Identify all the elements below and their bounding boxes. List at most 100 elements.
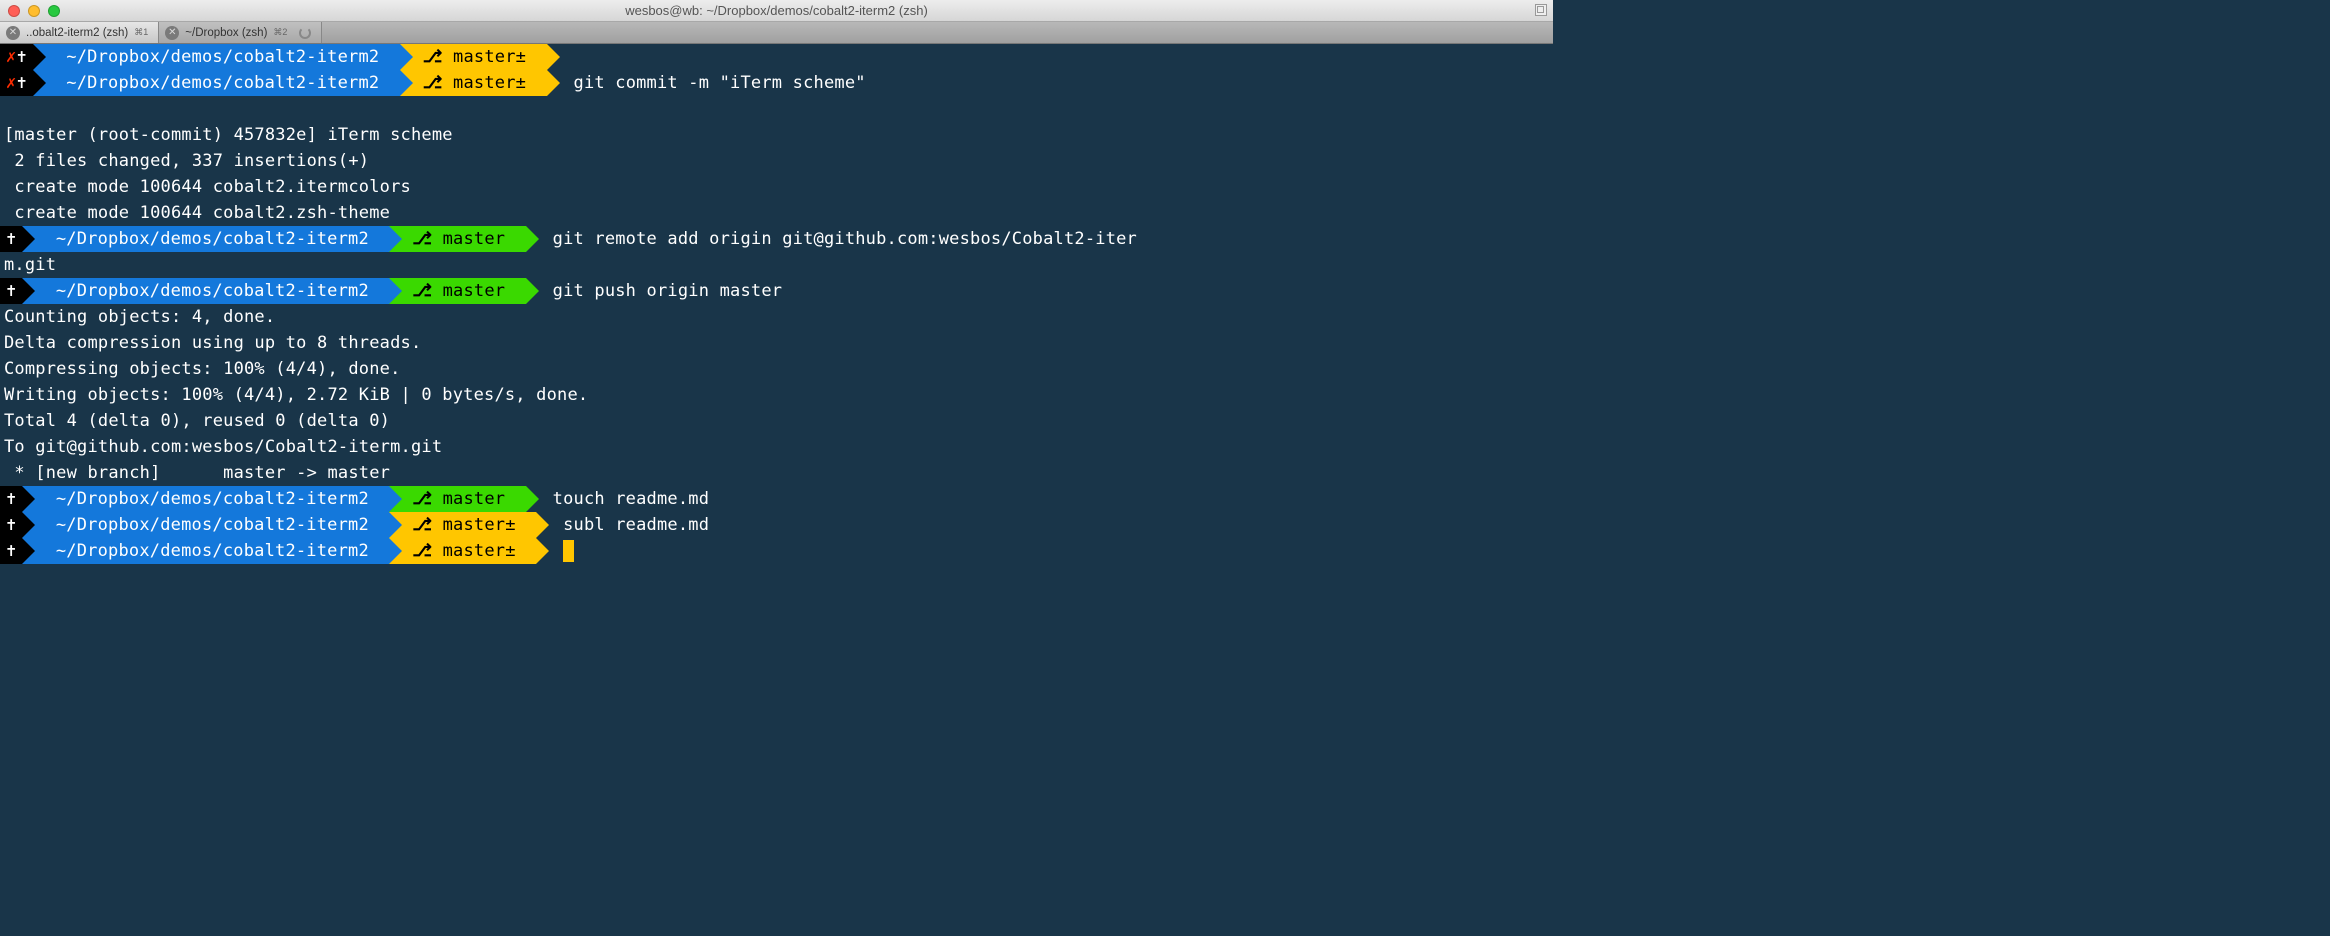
command-text xyxy=(560,44,574,70)
prompt-row: ✝ ~/Dropbox/demos/cobalt2-iterm2 ⎇ maste… xyxy=(0,512,1553,538)
separator-icon xyxy=(33,70,46,96)
status-segment: ✝ xyxy=(0,226,22,252)
tab-close-icon[interactable]: ✕ xyxy=(165,26,179,40)
maximize-icon[interactable] xyxy=(1535,4,1547,16)
window-title: wesbos@wb: ~/Dropbox/demos/cobalt2-iterm… xyxy=(0,3,1553,18)
branch-segment: ⎇ master± xyxy=(413,44,547,70)
branch-segment: ⎇ master± xyxy=(402,538,536,564)
output-line: Writing objects: 100% (4/4), 2.72 KiB | … xyxy=(0,382,1553,408)
path-segment: ~/Dropbox/demos/cobalt2-iterm2 xyxy=(35,486,389,512)
tab-2[interactable]: ✕ ~/Dropbox (zsh) ⌘2 xyxy=(159,22,322,43)
command-text: subl readme.md xyxy=(549,512,709,538)
status-segment: ✝ xyxy=(0,512,22,538)
command-text: git remote add origin git@github.com:wes… xyxy=(539,226,1137,252)
output-line: create mode 100644 cobalt2.zsh-theme xyxy=(0,200,1553,226)
output-text: To git@github.com:wesbos/Cobalt2-iterm.g… xyxy=(0,434,442,460)
terminal-output[interactable]: ✗ ✝ ~/Dropbox/demos/cobalt2-iterm2 ⎇ mas… xyxy=(0,44,1553,564)
output-line: 2 files changed, 337 insertions(+) xyxy=(0,148,1553,174)
output-text: Writing objects: 100% (4/4), 2.72 KiB | … xyxy=(0,382,588,408)
prompt-row: ✝ ~/Dropbox/demos/cobalt2-iterm2 ⎇ maste… xyxy=(0,486,1553,512)
branch-segment: ⎇ master± xyxy=(413,70,547,96)
output-text xyxy=(0,96,4,122)
command-text: git push origin master xyxy=(539,278,783,304)
separator-icon xyxy=(22,486,35,512)
branch-icon: ⎇ xyxy=(412,226,432,252)
path-segment: ~/Dropbox/demos/cobalt2-iterm2 xyxy=(46,70,400,96)
cross-icon: ✝ xyxy=(6,538,16,564)
status-segment: ✗ ✝ xyxy=(0,70,33,96)
separator-icon xyxy=(400,44,413,70)
output-line: Delta compression using up to 8 threads. xyxy=(0,330,1553,356)
separator-icon xyxy=(22,226,35,252)
separator-icon xyxy=(547,44,560,70)
prompt-row: ✝ ~/Dropbox/demos/cobalt2-iterm2 ⎇ maste… xyxy=(0,278,1553,304)
output-line: Total 4 (delta 0), reused 0 (delta 0) xyxy=(0,408,1553,434)
prompt-row: ✝ ~/Dropbox/demos/cobalt2-iterm2 ⎇ maste… xyxy=(0,538,1553,564)
output-line: * [new branch] master -> master xyxy=(0,460,1553,486)
separator-icon xyxy=(389,538,402,564)
output-text: * [new branch] master -> master xyxy=(0,460,390,486)
tab-label: ..obalt2-iterm2 (zsh) xyxy=(26,27,128,39)
prompt-row: ✗ ✝ ~/Dropbox/demos/cobalt2-iterm2 ⎇ mas… xyxy=(0,70,1553,96)
titlebar: wesbos@wb: ~/Dropbox/demos/cobalt2-iterm… xyxy=(0,0,1553,22)
output-line xyxy=(0,96,1553,122)
path-segment: ~/Dropbox/demos/cobalt2-iterm2 xyxy=(35,538,389,564)
separator-icon xyxy=(526,226,539,252)
output-text: Total 4 (delta 0), reused 0 (delta 0) xyxy=(0,408,390,434)
separator-icon xyxy=(22,538,35,564)
cross-icon: ✝ xyxy=(6,226,16,252)
command-text: git commit -m "iTerm scheme" xyxy=(560,70,866,96)
output-line: create mode 100644 cobalt2.itermcolors xyxy=(0,174,1553,200)
path-segment: ~/Dropbox/demos/cobalt2-iterm2 xyxy=(35,512,389,538)
tab-1[interactable]: ✕ ..obalt2-iterm2 (zsh) ⌘1 xyxy=(0,22,159,43)
spinner-icon xyxy=(299,27,311,39)
output-line: [master (root-commit) 457832e] iTerm sch… xyxy=(0,122,1553,148)
prompt-row: ✝ ~/Dropbox/demos/cobalt2-iterm2 ⎇ maste… xyxy=(0,226,1553,252)
cross-icon: ✝ xyxy=(6,278,16,304)
output-text: Delta compression using up to 8 threads. xyxy=(0,330,421,356)
tab-shortcut: ⌘2 xyxy=(273,27,287,38)
cross-icon: ✝ xyxy=(16,70,26,96)
separator-icon xyxy=(389,226,402,252)
status-segment: ✗ ✝ xyxy=(0,44,33,70)
separator-icon xyxy=(389,512,402,538)
separator-icon xyxy=(536,538,549,564)
status-segment: ✝ xyxy=(0,538,22,564)
output-text: [master (root-commit) 457832e] iTerm sch… xyxy=(0,122,453,148)
separator-icon xyxy=(389,278,402,304)
status-segment: ✝ xyxy=(0,486,22,512)
path-segment: ~/Dropbox/demos/cobalt2-iterm2 xyxy=(35,226,389,252)
branch-segment: ⎇ master xyxy=(402,278,525,304)
branch-segment: ⎇ master xyxy=(402,486,525,512)
separator-icon xyxy=(389,486,402,512)
separator-icon xyxy=(400,70,413,96)
tab-shortcut: ⌘1 xyxy=(134,27,148,38)
path-segment: ~/Dropbox/demos/cobalt2-iterm2 xyxy=(46,44,400,70)
separator-icon xyxy=(33,44,46,70)
output-text: create mode 100644 cobalt2.itermcolors xyxy=(0,174,411,200)
tabbar: ✕ ..obalt2-iterm2 (zsh) ⌘1 ✕ ~/Dropbox (… xyxy=(0,22,1553,44)
output-text: Counting objects: 4, done. xyxy=(0,304,275,330)
branch-icon: ⎇ xyxy=(412,538,432,564)
prompt-row: ✗ ✝ ~/Dropbox/demos/cobalt2-iterm2 ⎇ mas… xyxy=(0,44,1553,70)
branch-icon: ⎇ xyxy=(412,278,432,304)
x-icon: ✗ xyxy=(6,70,16,96)
output-line: Compressing objects: 100% (4/4), done. xyxy=(0,356,1553,382)
cross-icon: ✝ xyxy=(6,512,16,538)
cross-icon: ✝ xyxy=(6,486,16,512)
cross-icon: ✝ xyxy=(16,44,26,70)
separator-icon xyxy=(22,512,35,538)
branch-segment: ⎇ master± xyxy=(402,512,536,538)
branch-icon: ⎇ xyxy=(423,44,443,70)
tab-close-icon[interactable]: ✕ xyxy=(6,26,20,40)
separator-icon xyxy=(526,486,539,512)
separator-icon xyxy=(547,70,560,96)
command-text: touch readme.md xyxy=(539,486,710,512)
output-text: m.git xyxy=(0,252,56,278)
tab-label: ~/Dropbox (zsh) xyxy=(185,27,267,39)
output-line: Counting objects: 4, done. xyxy=(0,304,1553,330)
path-segment: ~/Dropbox/demos/cobalt2-iterm2 xyxy=(35,278,389,304)
output-text: create mode 100644 cobalt2.zsh-theme xyxy=(0,200,390,226)
status-segment: ✝ xyxy=(0,278,22,304)
cursor xyxy=(563,540,574,562)
